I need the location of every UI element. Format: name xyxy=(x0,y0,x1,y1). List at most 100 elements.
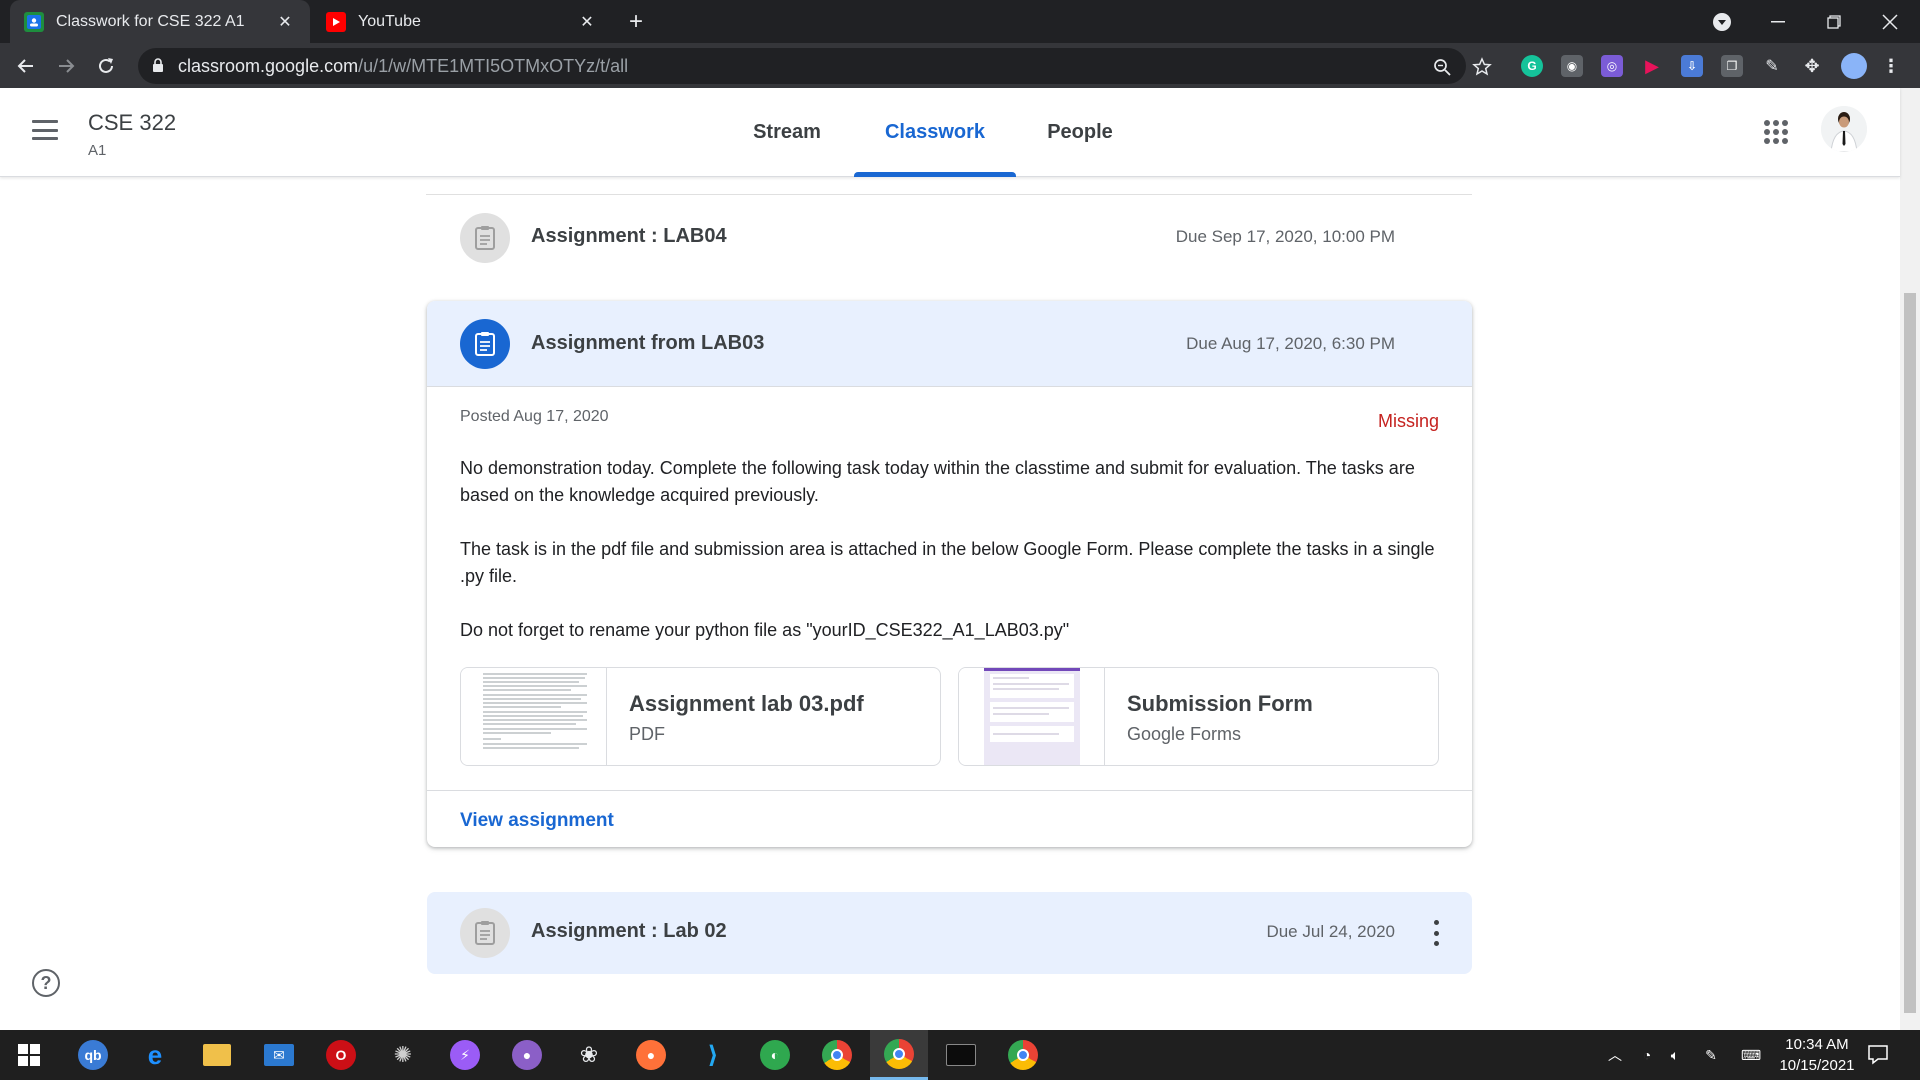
pen-icon[interactable]: ✎ xyxy=(1761,55,1783,77)
firefox-icon[interactable]: ● xyxy=(622,1030,680,1080)
chevron-up-icon[interactable]: ︿ xyxy=(1604,1045,1626,1065)
download-icon[interactable]: ⇩ xyxy=(1681,55,1703,77)
new-tab-button[interactable]: + xyxy=(622,8,650,36)
assignment-icon xyxy=(460,908,510,958)
more-options-icon[interactable] xyxy=(1432,920,1440,946)
tab-stream[interactable]: Stream xyxy=(740,88,834,177)
scrollbar-thumb[interactable] xyxy=(1904,293,1916,1013)
tab-classwork[interactable]: Classwork for CSE 322 A1 ✕ xyxy=(10,0,310,43)
mail-icon[interactable]: ✉ xyxy=(250,1030,308,1080)
edge-icon[interactable]: e xyxy=(126,1030,184,1080)
attachment-type: PDF xyxy=(629,724,665,744)
description-paragraph: Do not forget to rename your python file… xyxy=(460,620,1070,640)
puzzle-icon[interactable]: ✥ xyxy=(1801,55,1823,77)
minimize-icon[interactable] xyxy=(1750,0,1806,43)
github-icon[interactable]: ● xyxy=(498,1030,556,1080)
description-paragraph: No demonstration today. Complete the fol… xyxy=(460,458,1415,505)
assignment-card-lab03: Assignment from LAB03 Due Aug 17, 2020, … xyxy=(427,301,1472,847)
forward-icon[interactable] xyxy=(50,50,82,82)
due-date: Due Aug 17, 2020, 6:30 PM xyxy=(1186,334,1395,353)
start-button[interactable] xyxy=(0,1030,58,1080)
reload-icon[interactable] xyxy=(90,50,122,82)
lock-icon[interactable] xyxy=(152,58,164,78)
tab-title: YouTube xyxy=(358,12,421,30)
tab-youtube[interactable]: YouTube ✕ xyxy=(312,0,612,43)
divider xyxy=(427,790,1472,791)
page-scrollbar[interactable] xyxy=(1900,88,1920,1030)
url-host: classroom.google.com xyxy=(178,56,359,76)
status-badge: Missing xyxy=(1377,411,1439,431)
google-classroom-icon xyxy=(24,11,44,32)
class-section: A1 xyxy=(88,142,107,159)
assignment-title: Assignment : Lab 02 xyxy=(531,920,727,942)
file-explorer-icon[interactable] xyxy=(188,1030,246,1080)
address-bar[interactable]: classroom.google.com/u/1/w/MTE1MTI5OTMxO… xyxy=(138,48,1492,84)
extension-icon[interactable]: ◎ xyxy=(1601,55,1623,77)
menu-kebab-icon[interactable]: ⋮ xyxy=(1880,55,1902,77)
divider xyxy=(426,194,1472,195)
assignment-item-lab03[interactable]: Assignment from LAB03 Due Aug 17, 2020, … xyxy=(427,301,1472,387)
tab-title: Classwork for CSE 322 A1 xyxy=(56,12,245,30)
form-thumbnail xyxy=(959,668,1105,765)
extension-icon[interactable]: ❐ xyxy=(1721,55,1743,77)
tab-classwork-nav[interactable]: Classwork xyxy=(854,88,1016,177)
tab-search-icon[interactable] xyxy=(1694,0,1750,43)
attachment-pdf[interactable]: Assignment lab 03.pdf PDF xyxy=(460,667,941,766)
network-icon[interactable]: ◔ xyxy=(1636,1045,1658,1065)
avatar[interactable] xyxy=(1821,106,1867,152)
windows-taskbar: qb e ✉ O ✺ ⚡ ● ❀ ● ⟩ ◐ ︿ ◔ 🔈︎ ✎ ⌨ 10:34 … xyxy=(0,1030,1920,1080)
camera-icon[interactable]: ◉ xyxy=(1561,55,1583,77)
url-text: classroom.google.com/u/1/w/MTE1MTI5OTMxO… xyxy=(178,56,628,77)
app-icon[interactable]: ✺ xyxy=(374,1030,432,1080)
terminal-icon[interactable] xyxy=(932,1030,990,1080)
class-title[interactable]: CSE 322 xyxy=(88,110,176,136)
restore-icon[interactable] xyxy=(1806,0,1862,43)
help-icon[interactable]: ? xyxy=(32,969,60,997)
keyboard-icon[interactable]: ⌨ xyxy=(1736,1045,1766,1065)
main-menu-icon[interactable] xyxy=(32,120,58,140)
view-assignment-link[interactable]: View assignment xyxy=(460,810,614,832)
bookmark-star-icon[interactable] xyxy=(1470,55,1494,79)
notification-icon[interactable] xyxy=(1866,1042,1892,1068)
messenger-icon[interactable]: ⚡ xyxy=(436,1030,494,1080)
chrome-icon[interactable] xyxy=(808,1030,866,1080)
close-icon[interactable]: ✕ xyxy=(274,11,296,33)
clock-time: 10:34 AM xyxy=(1785,1036,1849,1053)
clock-date: 10/15/2021 xyxy=(1779,1057,1855,1074)
grammarly-icon[interactable]: G xyxy=(1521,55,1543,77)
attachment-google-form[interactable]: Submission Form Google Forms xyxy=(958,667,1439,766)
chrome-profile-avatar[interactable] xyxy=(1841,53,1867,79)
app-icon[interactable]: ❀ xyxy=(560,1030,618,1080)
attachment-title: Submission Form xyxy=(1127,691,1313,716)
posted-date: Posted Aug 17, 2020 xyxy=(460,408,609,425)
due-date: Due Jul 24, 2020 xyxy=(1266,922,1395,941)
qbittorrent-icon[interactable]: qb xyxy=(64,1030,122,1080)
pen-icon[interactable]: ✎ xyxy=(1700,1045,1722,1065)
assignment-item-lab02[interactable]: Assignment : Lab 02 Due Jul 24, 2020 xyxy=(427,892,1472,974)
chrome-icon[interactable] xyxy=(994,1030,1052,1080)
chrome-active-icon[interactable] xyxy=(870,1030,928,1080)
vscode-icon[interactable]: ⟩ xyxy=(684,1030,742,1080)
volume-icon[interactable]: 🔈︎ xyxy=(1664,1045,1686,1065)
opera-icon[interactable]: O xyxy=(312,1030,370,1080)
assignment-icon xyxy=(460,319,510,369)
attachment-type: Google Forms xyxy=(1127,724,1242,744)
url-path: /u/1/w/MTE1MTI5OTMxOTYz/t/all xyxy=(358,56,629,76)
classroom-header: CSE 322 A1 Stream Classwork People xyxy=(0,88,1900,177)
browser-toolbar: classroom.google.com/u/1/w/MTE1MTI5OTMxO… xyxy=(0,43,1920,88)
assignment-item-lab04[interactable]: Assignment : LAB04 Due Sep 17, 2020, 10:… xyxy=(427,197,1472,279)
back-icon[interactable] xyxy=(10,50,42,82)
app-icon[interactable]: ◐ xyxy=(746,1030,804,1080)
classwork-content: Assignment : LAB04 Due Sep 17, 2020, 10:… xyxy=(0,177,1900,1030)
close-window-icon[interactable] xyxy=(1862,0,1918,43)
zoom-icon[interactable] xyxy=(1430,55,1454,79)
youtube-icon xyxy=(326,11,346,32)
play-extension-icon[interactable]: ▶ xyxy=(1641,55,1663,77)
close-icon[interactable]: ✕ xyxy=(576,11,598,33)
tab-people[interactable]: People xyxy=(1036,88,1124,177)
pdf-thumbnail xyxy=(461,668,607,765)
clock[interactable]: 10:34 AM 10/15/2021 xyxy=(1770,1034,1864,1076)
attachment-title: Assignment lab 03.pdf xyxy=(629,691,864,716)
google-apps-icon[interactable] xyxy=(1764,120,1788,144)
assignment-icon xyxy=(460,213,510,263)
